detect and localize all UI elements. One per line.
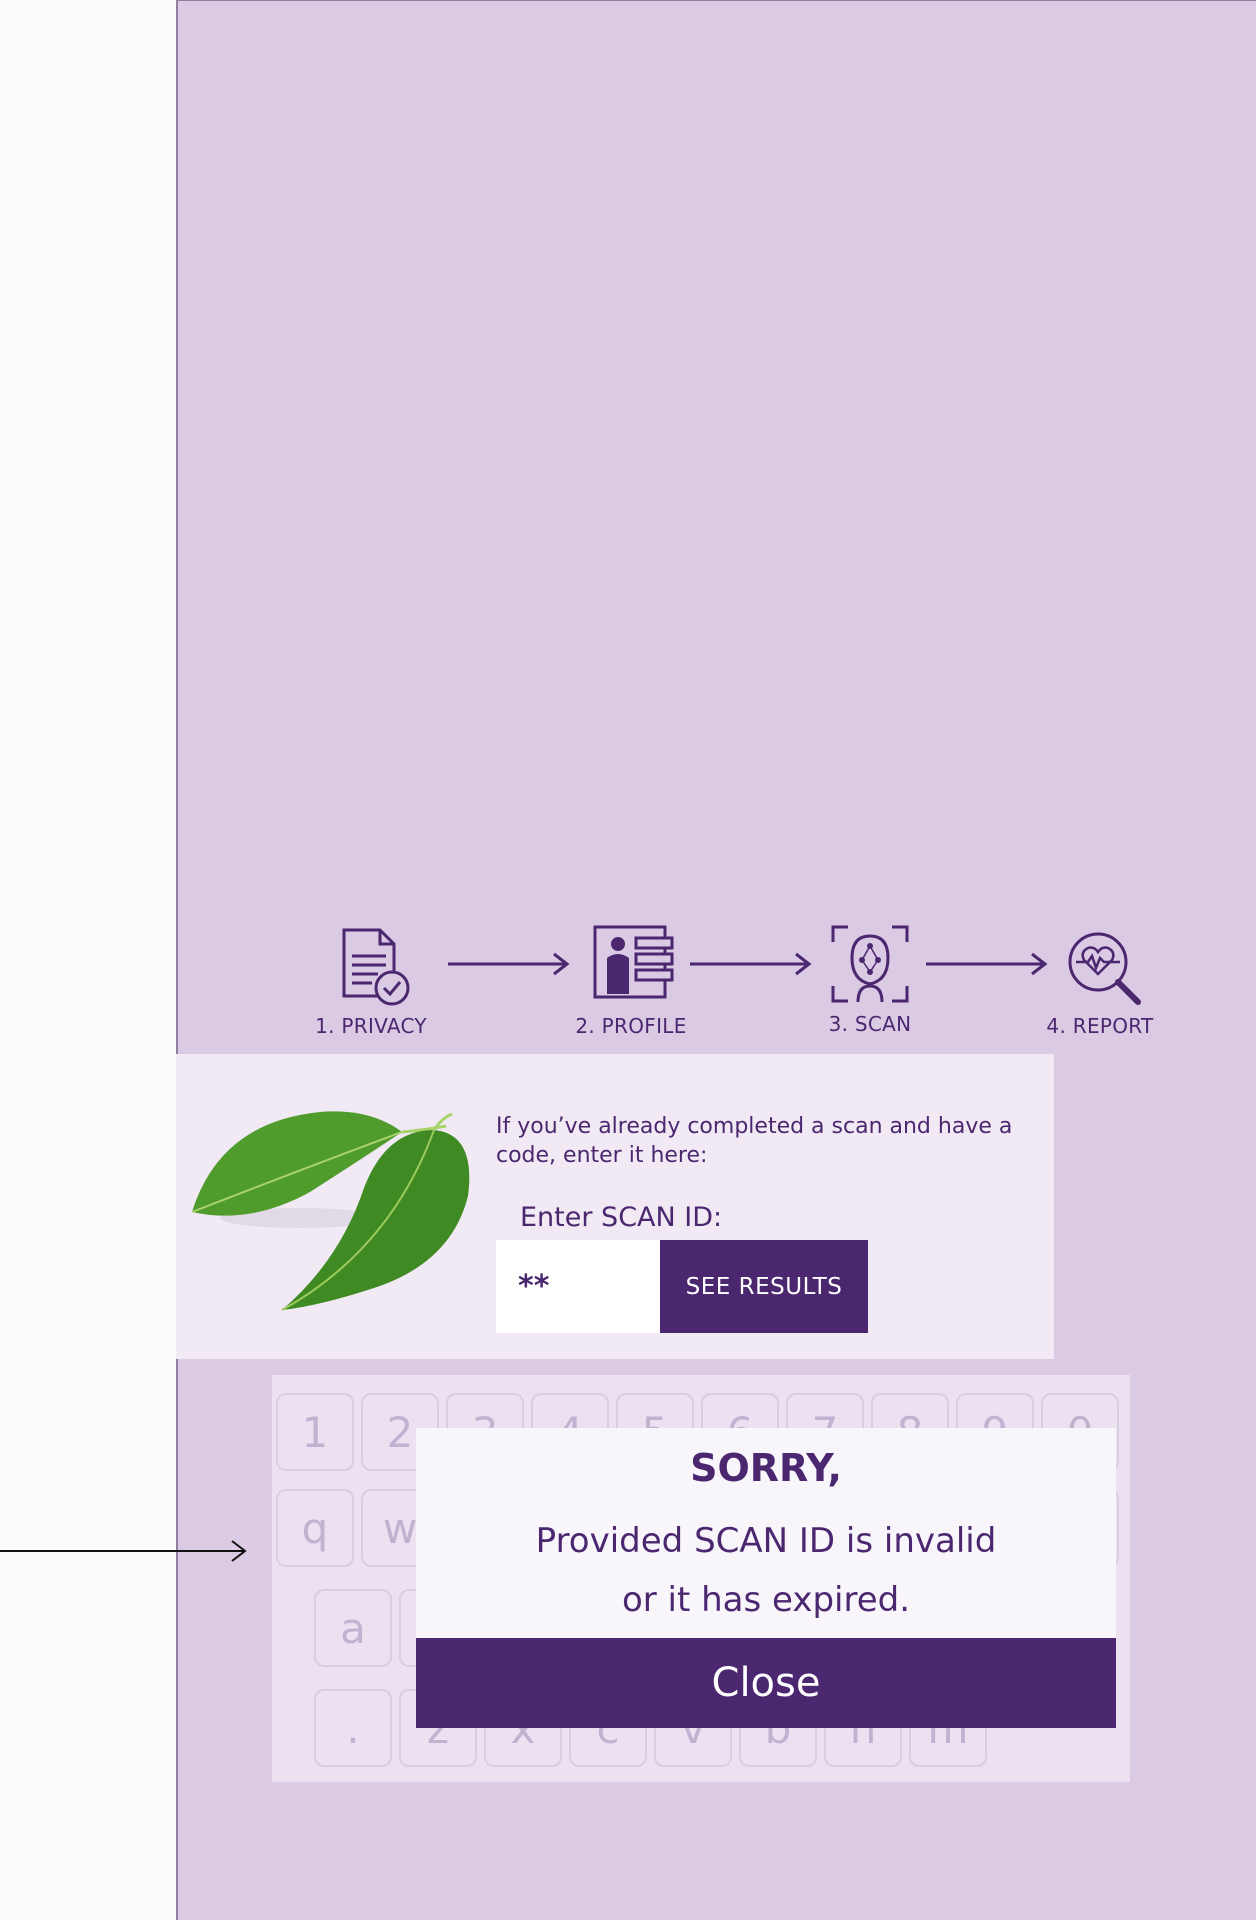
pointer-arrow-icon (0, 1540, 247, 1562)
step-label-profile: 2. PROFILE (575, 1014, 687, 1038)
key[interactable]: q (276, 1489, 354, 1567)
see-results-button[interactable]: SEE RESULTS (660, 1240, 868, 1333)
modal-message: Provided SCAN ID is invalid or it has ex… (416, 1512, 1116, 1630)
close-button[interactable]: Close (416, 1638, 1116, 1728)
key[interactable]: 1 (276, 1393, 354, 1471)
arrow-right-icon (690, 952, 812, 976)
step-label-privacy: 1. PRIVACY (315, 1014, 427, 1038)
report-magnifier-icon (1068, 932, 1141, 1005)
modal-message-line-2: or it has expired. (621, 1580, 911, 1620)
key[interactable]: a (314, 1589, 392, 1667)
arrow-right-icon (926, 952, 1048, 976)
modal-message-line-1: Provided SCAN ID is invalid (535, 1521, 997, 1561)
modal-title: SORRY, (690, 1446, 842, 1490)
privacy-document-icon (342, 928, 410, 1006)
key[interactable]: . (314, 1689, 392, 1767)
profile-icon (593, 925, 674, 999)
scan-id-input[interactable] (496, 1240, 660, 1333)
step-label-scan: 3. SCAN (828, 1012, 912, 1036)
error-modal: SORRY, Provided SCAN ID is invalid or it… (416, 1428, 1116, 1728)
arrow-right-icon (448, 952, 570, 976)
face-scan-icon (831, 925, 909, 1003)
scan-id-label: Enter SCAN ID: (520, 1202, 723, 1233)
leaf-image (191, 1111, 470, 1311)
scan-intro-text: If you’ve already completed a scan and h… (496, 1114, 1013, 1168)
step-label-report: 4. REPORT (1046, 1014, 1154, 1038)
